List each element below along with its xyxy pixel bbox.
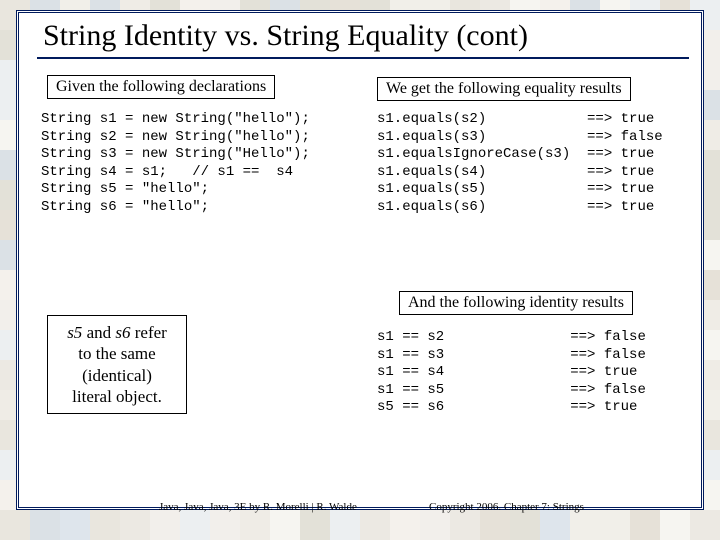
footer-right: Copyright 2006. Chapter 7: Strings: [429, 501, 584, 513]
code-identity-results: s1 == s2 ==> false s1 == s3 ==> false s1…: [377, 329, 646, 417]
label-equality: We get the following equality results: [377, 77, 631, 101]
label-declarations: Given the following declarations: [47, 75, 275, 99]
note-literal-object: s5 and s6 referto the same(identical)lit…: [47, 315, 187, 414]
code-declarations: String s1 = new String("hello"); String …: [41, 111, 310, 216]
note-s6: s6: [115, 323, 130, 342]
label-identity: And the following identity results: [399, 291, 633, 315]
slide-title: String Identity vs. String Equality (con…: [37, 17, 689, 59]
note-s5: s5: [67, 323, 82, 342]
code-equality-results: s1.equals(s2) ==> true s1.equals(s3) ==>…: [377, 111, 663, 216]
note-and: and: [82, 323, 115, 342]
footer-left: Java, Java, Java, 3E by R. Morelli | R. …: [159, 501, 357, 513]
slide-frame: String Identity vs. String Equality (con…: [16, 10, 704, 510]
